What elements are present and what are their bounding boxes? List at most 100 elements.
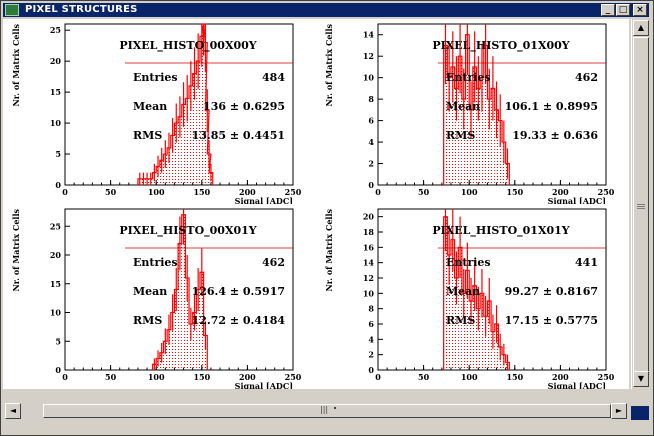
scroll-up-arrow[interactable]: ▲: [633, 20, 649, 36]
horizontal-scroll-thumb[interactable]: |||: [43, 404, 611, 418]
y-tick-label: 25: [50, 221, 61, 231]
x-tick-label: 150: [193, 187, 210, 197]
histogram-pad-01x01y[interactable]: 0 50 100 150 200 25002468101214161820PIXEL_HI…: [316, 204, 629, 389]
main-window: PIXEL STRUCTURES _ □ × 0 50 100 150 200 250 0 5…: [0, 0, 654, 436]
stats-label: Entries: [133, 256, 178, 269]
x-tick-label: 0: [375, 187, 381, 197]
y-tick-label: 16: [363, 242, 375, 252]
y-tick-label: 10: [363, 73, 375, 83]
x-tick-label: 50: [105, 187, 117, 197]
stats-value: 12.72 ± 0.4184: [192, 314, 286, 327]
x-tick-label: 150: [506, 372, 523, 382]
x-axis-label: Signal [ADC]: [235, 196, 293, 204]
y-tick-label: 10: [50, 118, 62, 128]
histogram-pad-01x00y[interactable]: 0 50 100 150 200 25002468101214PIXEL_HISTO_01…: [316, 19, 629, 204]
x-tick-label: 0: [62, 372, 68, 382]
stats-label: Mean: [446, 100, 480, 113]
stats-value: 136 ± 0.6295: [203, 100, 285, 113]
y-tick-label: 0: [368, 365, 374, 375]
x-axis-label: Signal [ADC]: [235, 381, 293, 389]
y-tick-label: 2: [368, 159, 374, 169]
stats-label: RMS: [133, 129, 162, 142]
y-tick-label: 2: [368, 350, 374, 360]
histogram-pad-00x01y[interactable]: 0 50 100 150 200 2500510152025 PIXEL_HISTO_00X…: [3, 204, 316, 389]
scroll-grip: |||: [320, 405, 329, 414]
y-tick-label: 12: [363, 51, 374, 61]
x-tick-label: 100: [148, 372, 165, 382]
stats-label: RMS: [446, 314, 475, 327]
stats-label: Mean: [446, 285, 480, 298]
y-tick-label: 20: [363, 212, 375, 222]
y-tick-label: 5: [55, 336, 61, 346]
x-tick-label: 150: [506, 187, 523, 197]
y-tick-label: 8: [368, 94, 374, 104]
y-tick-label: 14: [363, 258, 375, 268]
horizontal-scrollbar[interactable]: ◄ ||| ►: [3, 402, 629, 420]
stats-label: Entries: [446, 71, 491, 84]
x-tick-label: 100: [461, 372, 478, 382]
x-tick-label: 150: [193, 372, 210, 382]
stats-value: 484: [262, 71, 285, 84]
divider-tick: [334, 407, 336, 409]
close-button[interactable]: ×: [633, 4, 647, 16]
y-tick-label: 4: [368, 137, 374, 147]
y-axis-label: Nr. of Matrix Cells: [11, 209, 21, 292]
y-tick-label: 10: [363, 288, 375, 298]
stats-label: Entries: [446, 256, 491, 269]
histogram-title: PIXEL_HISTO_00X00Y: [119, 39, 256, 53]
y-tick-label: 25: [50, 25, 61, 35]
scroll-right-arrow[interactable]: ►: [611, 403, 627, 419]
scroll-left-arrow[interactable]: ◄: [5, 403, 21, 419]
stats-label: RMS: [133, 314, 162, 327]
y-tick-label: 20: [50, 250, 62, 260]
x-tick-label: 0: [62, 187, 68, 197]
stats-value: 99.27 ± 0.8167: [505, 285, 598, 298]
vertical-scroll-thumb[interactable]: [633, 37, 649, 377]
x-axis-label: Signal [ADC]: [548, 196, 606, 204]
histogram-title: PIXEL_HISTO_01X00Y: [432, 39, 569, 53]
y-tick-label: 20: [50, 56, 62, 66]
y-tick-label: 8: [368, 304, 374, 314]
app-icon: [5, 4, 19, 16]
stats-value: 17.15 ± 0.5775: [505, 314, 598, 327]
status-indicator: [631, 406, 649, 420]
stats-label: RMS: [446, 129, 475, 142]
y-tick-label: 15: [50, 279, 61, 289]
y-tick-label: 14: [363, 30, 375, 40]
histogram-pad-00x00y[interactable]: 0 50 100 150 200 2500510152025PIXEL_HISTO_00X…: [3, 19, 316, 204]
x-tick-label: 100: [461, 187, 478, 197]
stats-value: 126.4 ± 0.5917: [192, 285, 285, 298]
y-tick-label: 6: [368, 319, 374, 329]
x-tick-label: 0: [375, 372, 381, 382]
window-title: PIXEL STRUCTURES: [25, 4, 138, 15]
title-bar[interactable]: PIXEL STRUCTURES _ □ ×: [3, 3, 649, 17]
stats-label: Mean: [133, 285, 167, 298]
y-tick-label: 6: [368, 116, 374, 126]
x-tick-label: 50: [105, 372, 117, 382]
histogram-title: PIXEL_HISTO_00X01Y: [119, 224, 256, 238]
y-tick-label: 0: [55, 180, 61, 190]
stats-label: Mean: [133, 100, 167, 113]
y-tick-label: 0: [368, 180, 374, 190]
y-tick-label: 12: [363, 273, 374, 283]
vertical-scrollbar[interactable]: ▲ ▼: [631, 19, 650, 389]
x-tick-label: 50: [418, 372, 430, 382]
canvas-area: 0 50 100 150 200 250 0 5 10 15 20 25 PIXEL_HISTO_00X…: [3, 19, 629, 389]
maximize-button[interactable]: □: [616, 4, 630, 16]
stats-value: 13.85 ± 0.4451: [192, 129, 285, 142]
x-axis-label: Signal [ADC]: [548, 381, 606, 389]
histogram-title: PIXEL_HISTO_01X01Y: [432, 224, 569, 238]
y-axis-label: Nr. of Matrix Cells: [324, 209, 334, 292]
y-tick-label: 0: [55, 365, 61, 375]
scroll-down-arrow[interactable]: ▼: [633, 371, 649, 387]
minimize-button[interactable]: _: [601, 4, 615, 16]
x-tick-label: 50: [418, 187, 430, 197]
x-tick-label: 100: [148, 187, 165, 197]
y-tick-label: 18: [363, 227, 375, 237]
y-axis-label: Nr. of Matrix Cells: [11, 24, 21, 107]
stats-value: 441: [575, 256, 598, 269]
y-tick-label: 15: [50, 87, 61, 97]
stats-value: 19.33 ± 0.636: [512, 129, 598, 142]
y-axis-label: Nr. of Matrix Cells: [324, 24, 334, 107]
stats-value: 462: [262, 256, 285, 269]
